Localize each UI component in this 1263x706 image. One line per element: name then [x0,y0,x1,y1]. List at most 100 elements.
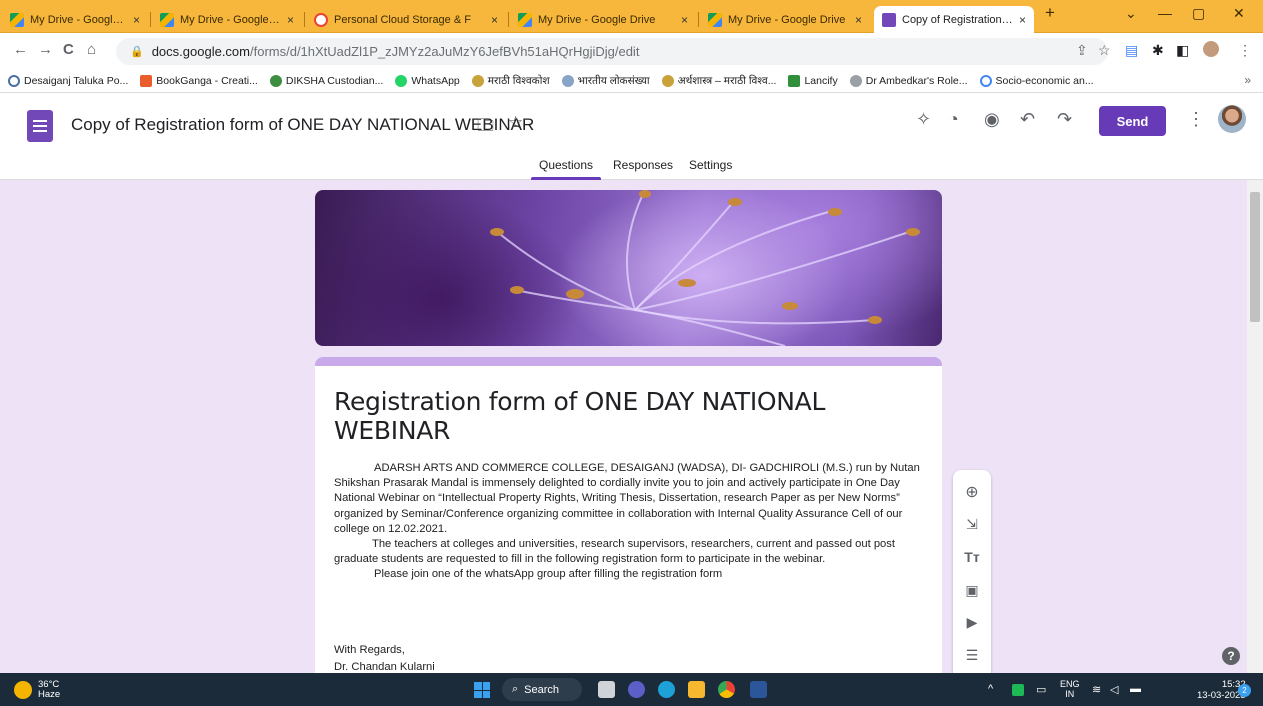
add-title-description-icon[interactable]: Tт [953,549,991,565]
edge-browser-icon[interactable] [658,681,675,698]
browser-tab[interactable]: My Drive - Google Drive × [510,6,696,33]
bookmarks-overflow-button[interactable]: » [1244,73,1251,87]
close-tab-icon[interactable]: × [287,13,294,27]
add-section-icon[interactable]: ☰ [953,647,991,664]
form-editor-canvas: Registration form of ONE DAY NATIONAL WE… [0,180,1263,673]
preview-eye-icon[interactable]: ◉ [984,109,1000,130]
extensions-puzzle-icon[interactable]: ✱ [1152,42,1164,59]
profile-avatar-icon[interactable] [1203,41,1219,57]
browser-tab[interactable]: My Drive - Google Drive × [152,6,302,33]
language-region: IN [1065,689,1075,699]
bookmark-item[interactable]: अर्थशास्त्र – मराठी विश्व... [661,74,776,88]
close-tab-icon[interactable]: × [491,13,498,27]
move-to-folder-icon[interactable]: 🗀 [477,113,494,142]
bookmark-item[interactable]: Dr Ambedkar's Role... [849,74,968,87]
redo-icon[interactable]: ↷ [1057,109,1072,130]
chrome-icon[interactable] [718,681,735,698]
radio-bookmark-icon [8,74,20,87]
tab-questions[interactable]: Questions [539,158,593,172]
bookmark-item[interactable]: Socio-economic an... [979,74,1094,87]
tab-settings[interactable]: Settings [689,158,732,172]
extension-doc-icon[interactable]: ▤ [1125,42,1138,59]
close-tab-icon[interactable]: × [1019,13,1026,27]
add-video-icon[interactable]: ▶ [953,614,991,631]
google-drive-icon [708,12,722,27]
display-icon[interactable]: ▭ [1036,683,1046,696]
bookmark-item[interactable]: Desaiganj Taluka Po... [8,74,129,87]
close-tab-icon[interactable]: × [133,13,140,27]
browser-tab[interactable]: My Drive - Google Drive × [2,6,148,33]
google-forms-logo-icon[interactable] [27,110,53,142]
close-tab-icon[interactable]: × [681,13,688,27]
add-question-icon[interactable]: ⊕ [953,482,991,502]
notification-badge[interactable]: 2 [1238,684,1251,697]
document-title[interactable]: Copy of Registration form of ONE DAY NAT… [71,115,534,135]
site-icon [661,74,674,87]
browser-menu-icon[interactable]: ⋮ [1238,42,1252,59]
import-questions-icon[interactable]: ⇲ [953,516,991,533]
scroll-thumb[interactable] [1250,192,1260,322]
bookmark-label: WhatsApp [411,74,460,87]
restore-button[interactable]: ▢ [1192,5,1205,22]
back-button[interactable]: ← [13,41,28,58]
google-forms-icon [882,12,896,27]
windows-taskbar: 36°C Haze ⌕ Search ^ ▭ ENG IN ≋ ◁ ▬ 15:3… [0,673,1263,706]
star-icon[interactable]: ☆ [508,113,523,133]
tab-responses[interactable]: Responses [613,158,673,172]
add-ons-icon[interactable]: ✧ [916,109,931,130]
bookmark-item[interactable]: WhatsApp [395,74,460,87]
browser-toolbar: ← → C ⌂ 🔒 docs.google.com/forms/d/1hXtUa… [0,33,1263,69]
send-button[interactable]: Send [1099,106,1166,136]
help-icon[interactable]: ? [1222,647,1240,665]
forward-button[interactable]: → [38,41,53,58]
browser-tab-strip: My Drive - Google Drive × My Drive - Goo… [0,0,1263,33]
form-title[interactable]: Registration form of ONE DAY NATIONAL WE… [334,387,942,445]
tray-app-icon[interactable] [1012,684,1024,696]
show-hidden-icons-chevron-icon[interactable]: ^ [988,683,993,695]
bookmark-item[interactable]: भारतीय लोकसंख्या [561,74,650,88]
bookmark-label: Dr Ambedkar's Role... [865,74,968,87]
close-tab-icon[interactable]: × [855,13,862,27]
teams-chat-icon[interactable] [628,681,645,698]
customize-theme-palette-icon[interactable]: ◔ [948,109,959,130]
add-image-icon[interactable]: ▣ [953,582,991,599]
weather-widget[interactable]: 36°C Haze [14,680,60,700]
browser-tab[interactable]: Personal Cloud Storage & F × [306,6,506,33]
bookmark-item[interactable]: Lancify [788,74,838,87]
bookmark-item[interactable]: DIKSHA Custodian... [269,74,383,87]
form-description[interactable]: ADARSH ARTS AND COMMERCE COLLEGE, DESAIG… [334,461,924,583]
taskbar-search[interactable]: ⌕ Search [502,678,582,701]
share-icon[interactable]: ⇪ [1076,42,1088,59]
vertical-scrollbar[interactable] [1247,180,1263,673]
volume-icon[interactable]: ◁ [1110,683,1118,696]
tab-search-chevron-icon[interactable]: ⌄ [1125,5,1137,22]
header-image[interactable] [315,190,942,346]
reload-button[interactable]: C [63,41,74,58]
side-panel-icon[interactable]: ◧ [1176,42,1189,59]
undo-icon[interactable]: ↶ [1020,109,1035,130]
close-window-button[interactable]: ✕ [1233,5,1245,22]
task-view-icon[interactable] [598,681,615,698]
language-indicator[interactable]: ENG IN [1060,679,1080,699]
new-tab-button[interactable]: + [1045,3,1055,23]
bookmark-label: Desaiganj Taluka Po... [24,74,129,87]
more-options-icon[interactable]: ⋮ [1187,109,1205,130]
search-label: Search [524,683,560,696]
bookmark-item[interactable]: मराठी विश्वकोश [471,74,550,88]
wifi-icon[interactable]: ≋ [1092,683,1101,696]
browser-tab[interactable]: My Drive - Google Drive × [700,6,870,33]
minimize-button[interactable]: — [1158,5,1172,21]
form-header-card[interactable]: Registration form of ONE DAY NATIONAL WE… [315,357,942,673]
browser-tab-active[interactable]: Copy of Registration form c × [874,6,1034,33]
microsoft-word-icon[interactable] [750,681,767,698]
tab-separator [698,12,699,27]
bookmark-star-icon[interactable]: ☆ [1098,42,1111,59]
bookmark-label: BookGanga - Creati... [156,74,258,87]
address-bar[interactable]: 🔒 docs.google.com/forms/d/1hXtUadZl1P_zJ… [116,38,1108,65]
bookmark-item[interactable]: BookGanga - Creati... [140,74,258,87]
windows-start-icon[interactable] [474,682,490,698]
file-explorer-icon[interactable] [688,681,705,698]
account-avatar[interactable] [1218,105,1246,133]
battery-icon[interactable]: ▬ [1130,683,1141,695]
home-button[interactable]: ⌂ [87,41,96,58]
